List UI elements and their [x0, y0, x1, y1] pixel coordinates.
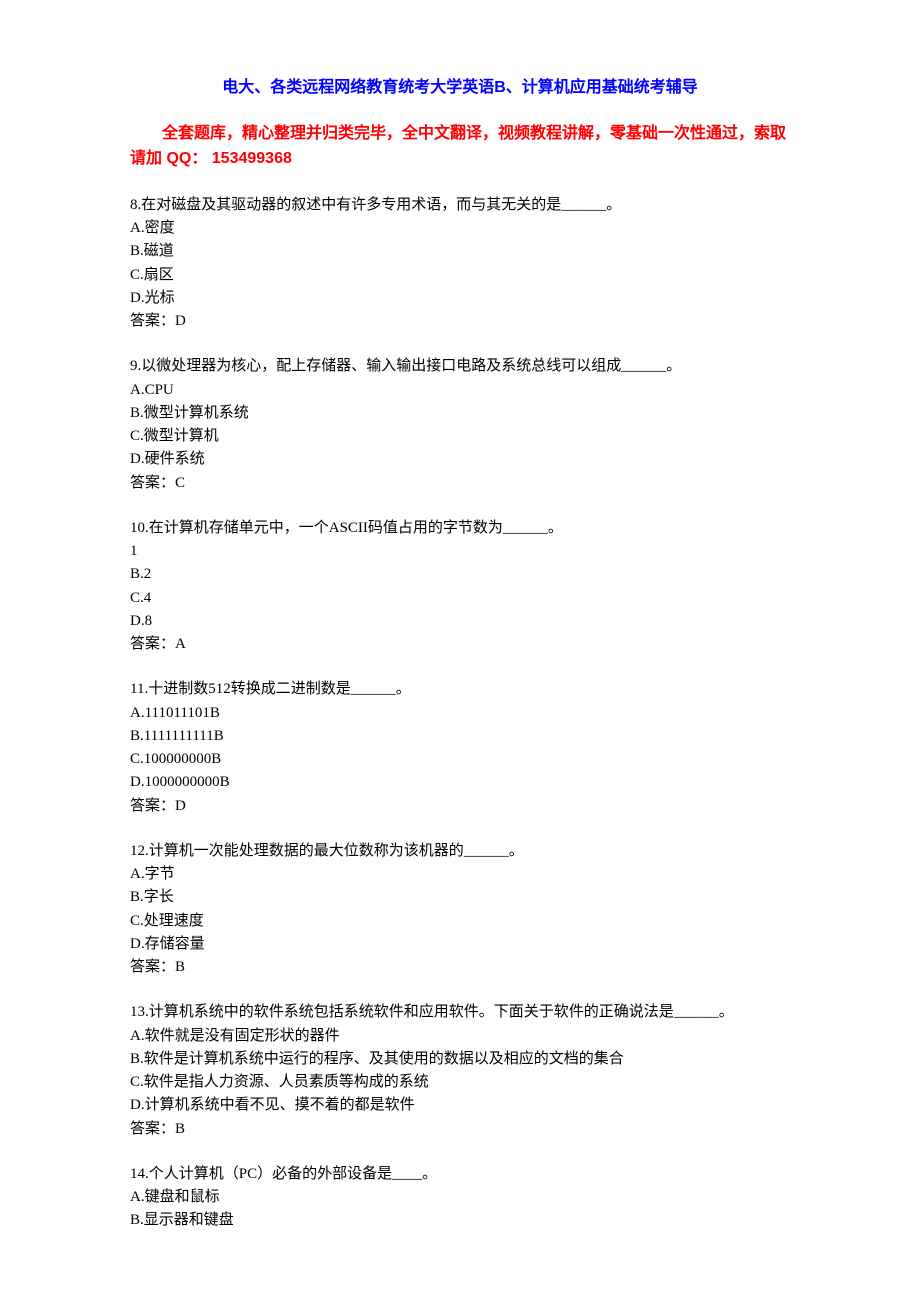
question-option: 1 — [130, 540, 790, 563]
question-stem: 12.计算机一次能处理数据的最大位数称为该机器的______。 — [130, 840, 790, 863]
question-answer: 答案：D — [130, 795, 790, 818]
page-subtitle: 全套题库，精心整理并归类完毕，全中文翻译，视频教程讲解，零基础一次性通过，索取请… — [130, 121, 790, 172]
question-stem: 9.以微处理器为核心，配上存储器、输入输出接口电路及系统总线可以组成______… — [130, 355, 790, 378]
question-block: 10.在计算机存储单元中，一个ASCII码值占用的字节数为______。 1 B… — [130, 517, 790, 657]
question-option: A.字节 — [130, 863, 790, 886]
question-block: 9.以微处理器为核心，配上存储器、输入输出接口电路及系统总线可以组成______… — [130, 355, 790, 495]
question-option: A.CPU — [130, 379, 790, 402]
question-option: D.1000000000B — [130, 771, 790, 794]
question-stem: 13.计算机系统中的软件系统包括系统软件和应用软件。下面关于软件的正确说法是__… — [130, 1001, 790, 1024]
question-option: D.硬件系统 — [130, 448, 790, 471]
question-option: B.软件是计算机系统中运行的程序、及其使用的数据以及相应的文档的集合 — [130, 1048, 790, 1071]
question-answer: 答案：B — [130, 1118, 790, 1141]
question-block: 14.个人计算机（PC）必备的外部设备是____。 A.键盘和鼠标 B.显示器和… — [130, 1163, 790, 1233]
question-option: C.100000000B — [130, 748, 790, 771]
question-stem: 14.个人计算机（PC）必备的外部设备是____。 — [130, 1163, 790, 1186]
question-stem: 11.十进制数512转换成二进制数是______。 — [130, 678, 790, 701]
question-option: A.111011101B — [130, 702, 790, 725]
question-option: A.密度 — [130, 217, 790, 240]
question-answer: 答案：B — [130, 956, 790, 979]
question-block: 11.十进制数512转换成二进制数是______。 A.111011101B B… — [130, 678, 790, 818]
question-option: C.处理速度 — [130, 910, 790, 933]
question-option: B.1111111111B — [130, 725, 790, 748]
question-option: C.微型计算机 — [130, 425, 790, 448]
question-block: 13.计算机系统中的软件系统包括系统软件和应用软件。下面关于软件的正确说法是__… — [130, 1001, 790, 1141]
question-answer: 答案：C — [130, 472, 790, 495]
question-block: 8.在对磁盘及其驱动器的叙述中有许多专用术语，而与其无关的是______。 A.… — [130, 194, 790, 334]
question-option: C.4 — [130, 587, 790, 610]
question-option: C.软件是指人力资源、人员素质等构成的系统 — [130, 1071, 790, 1094]
question-option: C.扇区 — [130, 264, 790, 287]
question-stem: 10.在计算机存储单元中，一个ASCII码值占用的字节数为______。 — [130, 517, 790, 540]
question-option: A.软件就是没有固定形状的器件 — [130, 1025, 790, 1048]
question-option: D.8 — [130, 610, 790, 633]
question-option: A.键盘和鼠标 — [130, 1186, 790, 1209]
question-option: B.显示器和键盘 — [130, 1209, 790, 1232]
question-answer: 答案：A — [130, 633, 790, 656]
question-stem: 8.在对磁盘及其驱动器的叙述中有许多专用术语，而与其无关的是______。 — [130, 194, 790, 217]
question-option: B.微型计算机系统 — [130, 402, 790, 425]
question-option: D.光标 — [130, 287, 790, 310]
question-option: D.计算机系统中看不见、摸不着的都是软件 — [130, 1094, 790, 1117]
question-block: 12.计算机一次能处理数据的最大位数称为该机器的______。 A.字节 B.字… — [130, 840, 790, 980]
question-option: B.磁道 — [130, 240, 790, 263]
page-title: 电大、各类远程网络教育统考大学英语B、计算机应用基础统考辅导 — [130, 75, 790, 101]
question-option: B.2 — [130, 563, 790, 586]
question-option: D.存储容量 — [130, 933, 790, 956]
question-option: B.字长 — [130, 886, 790, 909]
question-answer: 答案：D — [130, 310, 790, 333]
